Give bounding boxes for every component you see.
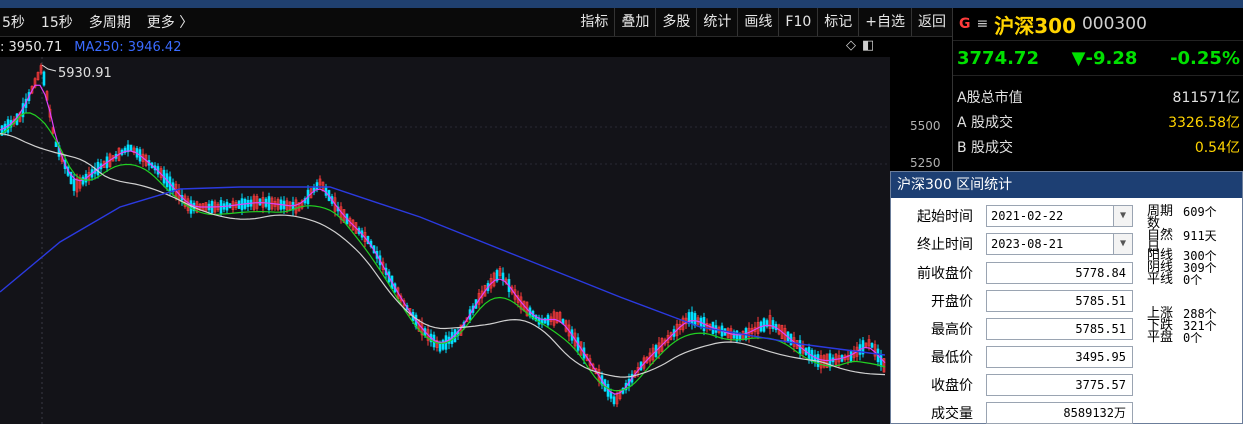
end-time-select[interactable]: 2023-08-21 ▼ [986, 233, 1133, 255]
diamond-icon[interactable]: ◇ [846, 38, 856, 53]
field-label: 前收盘价 [917, 266, 973, 282]
field-value[interactable]: 5785.51 [986, 290, 1133, 312]
peak-label: 5930.91 [58, 66, 112, 81]
index-code: 000300 [1081, 14, 1147, 34]
kline-svg: 5930.91 [0, 57, 890, 424]
field-value[interactable]: 5778.84 [986, 262, 1133, 284]
stats-group: 阳线 300个 阴线 309个 平线 0个 [1147, 249, 1217, 287]
quote-stat-row: A股总市值 811571亿 [953, 84, 1243, 109]
candle-body [189, 200, 193, 214]
stats-row: 平线 0个 [1147, 272, 1217, 287]
stats-value: 0个 [1183, 273, 1203, 287]
quote-header: G ≡ 沪深300 000300 [953, 8, 1243, 41]
candle-body [879, 353, 883, 367]
chevron-down-icon[interactable]: ▼ [1113, 206, 1132, 226]
toolbar-button[interactable]: 画线 [737, 8, 778, 36]
panel-toggle-icon[interactable]: ◧ [862, 38, 874, 53]
start-time-value: 2021-02-22 [991, 209, 1064, 223]
stats-key: 平盘 [1147, 330, 1174, 345]
candle-body [771, 320, 775, 329]
index-name: 沪深300 [994, 13, 1076, 38]
candle-body [693, 313, 697, 326]
stats-key: 周期数 [1147, 204, 1174, 231]
toolbar-button[interactable]: 指标 [574, 8, 614, 36]
candle-body [438, 342, 442, 352]
toolbar-button[interactable]: F10 [778, 8, 817, 36]
quote-stat-label: A股总市值 [957, 89, 1023, 106]
candle-body [543, 318, 547, 324]
candle-body [501, 272, 505, 281]
toolbar-button[interactable]: +自选 [858, 8, 911, 36]
chart-corner-icons: ◇ ◧ [846, 38, 874, 53]
candle-body [612, 396, 616, 405]
quote-stat-value: 3326.58亿 [1168, 114, 1240, 131]
stats-value: 0个 [1183, 331, 1203, 345]
field-value[interactable]: 3775.57 [986, 374, 1133, 396]
chart-toolbar: 5秒 15秒 多周期 更多 〉 指标 叠加 多股 统计 画线 F10 标记 +自选 返回 [0, 8, 952, 37]
period-option[interactable]: 5秒 [2, 12, 25, 32]
quote-stat-label: B 股成交 [957, 139, 1014, 156]
candle-body [849, 350, 853, 362]
period-selector: 5秒 15秒 多周期 更多 〉 [0, 8, 193, 36]
field-value[interactable]: 3495.95 [986, 346, 1133, 368]
kline-chart[interactable]: 5930.91 [0, 57, 890, 424]
menu-icon[interactable]: ≡ [977, 16, 989, 32]
dialog-title: 沪深300 区间统计 [891, 172, 1242, 198]
ma-value-1: : 3950.71 [0, 39, 63, 55]
quote-stat-value: 811571亿 [1172, 89, 1240, 106]
stats-row: 周期数 609个 [1147, 204, 1217, 231]
toolbar-button[interactable]: 标记 [817, 8, 858, 36]
tool-buttons: 指标 叠加 多股 统计 画线 F10 标记 +自选 返回 [574, 8, 952, 36]
field-label: 最低价 [931, 350, 973, 366]
toolbar-button[interactable]: 统计 [696, 8, 737, 36]
toolbar-button[interactable]: 返回 [911, 8, 952, 36]
candle-body [870, 342, 874, 348]
candle-body [690, 311, 694, 325]
quote-stat-row: B 股成交 0.54亿 [953, 134, 1243, 159]
candle-body [816, 354, 820, 367]
price-change: ▼-9.28 [1071, 47, 1138, 69]
period-option[interactable]: 15秒 [41, 12, 73, 32]
quote-stat-value: 0.54亿 [1194, 139, 1240, 156]
stats-group: 周期数 609个 自然日 911天 [1147, 204, 1217, 254]
candle-body [72, 178, 76, 191]
field-label: 收盘价 [931, 378, 973, 394]
candle-body [42, 71, 46, 86]
start-time-select[interactable]: 2021-02-22 ▼ [986, 205, 1133, 227]
quote-price-row: 3774.72 ▼-9.28 -0.25% [953, 41, 1243, 76]
end-time-label: 终止时间 [917, 237, 973, 253]
quote-stat-label: A 股成交 [957, 114, 1014, 131]
field-label: 开盘价 [931, 294, 973, 310]
ma-readout: : 3950.71 MA250: 3946.42 [0, 37, 890, 57]
y-tick-5250: 5250 [910, 156, 941, 170]
field-label: 最高价 [931, 322, 973, 338]
y-tick-5500: 5500 [910, 119, 941, 133]
range-stats-dialog: 沪深300 区间统计 起始时间 2021-02-22 ▼ 终止时间 2023-0… [890, 171, 1243, 424]
window-top-bar [0, 0, 1243, 8]
stats-value: 609个 [1183, 205, 1217, 219]
candle-body [609, 392, 613, 399]
end-time-value: 2023-08-21 [991, 237, 1064, 251]
start-time-label: 起始时间 [917, 209, 973, 225]
g-badge: G [959, 16, 971, 32]
last-price: 3774.72 [957, 47, 1039, 69]
stats-group: 上涨 288个 下跌 321个 平盘 0个 [1147, 307, 1217, 345]
chevron-down-icon[interactable]: ▼ [1113, 234, 1132, 254]
stats-row: 平盘 0个 [1147, 330, 1217, 345]
period-option[interactable]: 多周期 [89, 12, 131, 32]
quote-stat-row: A 股成交 3326.58亿 [953, 109, 1243, 134]
field-value[interactable]: 8589132万 [986, 402, 1133, 424]
field-value[interactable]: 5785.51 [986, 318, 1133, 340]
ma250-value: MA250: 3946.42 [74, 39, 182, 55]
period-option[interactable]: 更多 〉 [147, 12, 193, 32]
quote-stats: A股总市值 811571亿 A 股成交 3326.58亿 B 股成交 0.54亿 [953, 84, 1243, 159]
price-change-pct: -0.25% [1170, 47, 1240, 69]
toolbar-button[interactable]: 多股 [655, 8, 696, 36]
toolbar-button[interactable]: 叠加 [614, 8, 655, 36]
field-label: 成交量 [931, 406, 973, 422]
candle-body [315, 182, 319, 190]
candle-body [129, 144, 133, 151]
stats-key: 平线 [1147, 272, 1174, 287]
peak-pointer [41, 64, 57, 72]
